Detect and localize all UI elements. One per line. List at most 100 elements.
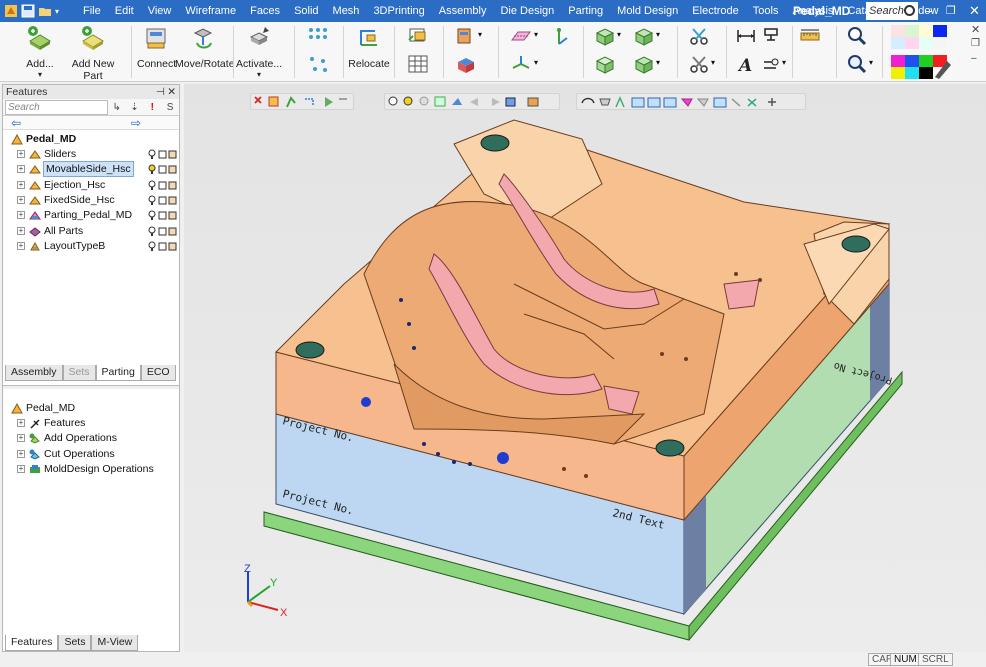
ribbon-restore-icon[interactable]: ❐ [971, 38, 980, 49]
history-item-features[interactable]: + Features [3, 416, 179, 431]
history-item-cut-operations[interactable]: + Cut Operations [3, 447, 179, 462]
trim-icon[interactable] [688, 54, 710, 74]
activate-button[interactable]: Activate... ▾ [236, 25, 282, 79]
add-button[interactable]: Add... ▾ [18, 25, 62, 79]
ruler-measure-icon[interactable] [799, 26, 821, 46]
table-icon[interactable] [407, 54, 429, 74]
history-root[interactable]: Pedal_MD [3, 401, 179, 416]
tab-m-view[interactable]: M-View [91, 635, 139, 651]
expand-icon[interactable]: + [17, 241, 25, 250]
visibility-toggle-icon[interactable] [148, 226, 178, 237]
tab-sets[interactable]: Sets [58, 635, 92, 651]
coordinate-axis-icon[interactable] [510, 54, 532, 74]
datum-icon[interactable] [760, 26, 782, 46]
app-logo-icon[interactable] [4, 4, 18, 18]
expand-icon[interactable]: + [17, 464, 25, 473]
color-palette-icon[interactable] [891, 25, 955, 79]
menu-item-3dprinting[interactable]: 3DPrinting [366, 0, 431, 22]
menu-item-parting[interactable]: Parting [561, 0, 610, 22]
tab-parting[interactable]: Parting [95, 365, 141, 381]
tree-item-pedal-md[interactable]: Pedal_MD [3, 132, 179, 147]
add-dropdown-icon[interactable]: ▾ [18, 70, 62, 79]
add-new-part-button[interactable]: Add New Part ▾ [64, 25, 122, 91]
text-icon[interactable]: A [735, 54, 757, 74]
visibility-toggle-icon[interactable] [148, 164, 178, 175]
expand-icon[interactable]: + [17, 165, 25, 174]
tree-item-parting-pedal-md[interactable]: + Parting_Pedal_MD [3, 208, 179, 223]
zoom-dropdown-icon[interactable]: ▾ [869, 58, 873, 67]
ribbon-minimize-icon[interactable]: – [971, 53, 977, 64]
quick-access-dropdown-icon[interactable]: ▾ [55, 7, 59, 16]
back-arrow-icon[interactable]: ⇦ [11, 116, 21, 130]
search-icon[interactable] [904, 5, 915, 16]
tree-item-all-parts[interactable]: + All Parts [3, 224, 179, 239]
scatter-points-icon[interactable] [307, 54, 329, 74]
move-rotate-button[interactable]: Move/Rotate [175, 25, 235, 70]
filter-icon[interactable]: ↳ [108, 102, 126, 113]
visibility-toggle-icon[interactable] [148, 149, 178, 160]
menu-item-solid[interactable]: Solid [287, 0, 325, 22]
menu-item-tools[interactable]: Tools [746, 0, 786, 22]
expand-icon[interactable]: + [17, 150, 25, 158]
settings-icon[interactable]: S [161, 102, 179, 113]
parting-surface-dropdown-icon[interactable]: ▾ [534, 30, 538, 39]
tree-item-fixedside-hsc[interactable]: + FixedSide_Hsc [3, 193, 179, 208]
axis-dropdown-icon[interactable]: ▾ [534, 58, 538, 67]
expand-icon[interactable]: + [17, 195, 25, 204]
menu-item-file[interactable]: File [76, 0, 108, 22]
minimize-icon[interactable]: – [925, 0, 932, 22]
tree-search-input[interactable]: Search [5, 99, 108, 115]
expand-icon[interactable]: + [17, 180, 25, 189]
save-icon[interactable] [21, 4, 35, 18]
pull-direction-icon[interactable] [548, 26, 570, 46]
menu-item-wireframe[interactable]: Wireframe [178, 0, 243, 22]
sort-icon[interactable]: ⇣ [126, 102, 144, 113]
3d-viewport[interactable]: Project No. Project No. 2nd Text Project… [184, 84, 986, 652]
menu-item-electrode[interactable]: Electrode [685, 0, 745, 22]
menu-item-mold-design[interactable]: Mold Design [610, 0, 685, 22]
restore-icon[interactable]: ❐ [946, 0, 956, 22]
forward-arrow-icon[interactable]: ⇨ [131, 116, 141, 130]
alert-icon[interactable]: ! [143, 102, 161, 113]
tab-features[interactable]: Features [5, 635, 59, 651]
mold-base-icon[interactable] [455, 26, 477, 46]
tree-item-movableside-hsc[interactable]: + MovableSide_Hsc [3, 161, 179, 178]
solid-shell-dropdown-icon[interactable]: ▾ [656, 30, 660, 39]
history-item-add-operations[interactable]: + Add Operations [3, 431, 179, 446]
symbol-icon[interactable] [760, 54, 782, 74]
mold-model-render[interactable]: Project No. Project No. 2nd Text Project… [184, 84, 986, 652]
tree-item-ejection-hsc[interactable]: + Ejection_Hsc [3, 178, 179, 193]
zoom-window-icon[interactable] [846, 54, 868, 74]
solid-extrude-icon[interactable] [594, 54, 616, 74]
panel-close-icon[interactable]: ✕ [167, 85, 176, 99]
pin-icon[interactable]: ⊣ [156, 85, 165, 99]
tree-item-layouttypeb[interactable]: + LayoutTypeB [3, 239, 179, 254]
activate-dropdown-icon[interactable]: ▾ [236, 70, 282, 79]
scissors-icon[interactable] [688, 26, 710, 46]
ribbon-close-icon[interactable]: ✕ [971, 23, 980, 36]
open-folder-icon[interactable] [38, 4, 52, 18]
solid-box-dropdown-icon[interactable]: ▾ [617, 30, 621, 39]
annotation-dropdown-icon[interactable]: ▾ [782, 58, 786, 67]
trim-dropdown-icon[interactable]: ▾ [711, 58, 715, 67]
tab-eco[interactable]: ECO [140, 365, 176, 381]
point-pattern-icon[interactable] [307, 26, 329, 46]
history-item-molddesign-operations[interactable]: + MoldDesign Operations [3, 462, 179, 477]
zoom-icon[interactable] [846, 26, 868, 46]
tab-sets[interactable]: Sets [62, 365, 96, 381]
visibility-toggle-icon[interactable] [148, 210, 178, 221]
tree-item-sliders[interactable]: + Sliders [3, 147, 179, 162]
expand-icon[interactable]: + [17, 419, 25, 427]
visibility-toggle-icon[interactable] [148, 180, 178, 191]
connect-button[interactable]: Connect [137, 25, 176, 70]
box-split-icon[interactable] [455, 54, 477, 74]
menu-item-faces[interactable]: Faces [243, 0, 287, 22]
menu-item-view[interactable]: View [141, 0, 179, 22]
tab-assembly[interactable]: Assembly [5, 365, 63, 381]
visibility-toggle-icon[interactable] [148, 241, 178, 252]
visibility-toggle-icon[interactable] [148, 195, 178, 206]
solid-cut-icon[interactable] [633, 54, 655, 74]
menu-item-assembly[interactable]: Assembly [432, 0, 494, 22]
insert-component-icon[interactable] [407, 26, 429, 46]
dimension-icon[interactable] [735, 26, 757, 46]
